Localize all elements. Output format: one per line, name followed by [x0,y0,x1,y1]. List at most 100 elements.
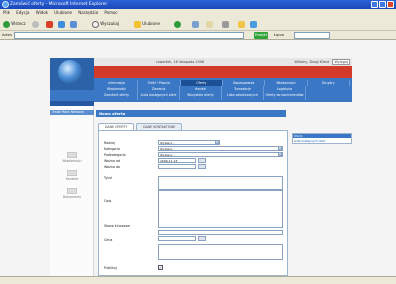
sidebar-section-title: Trade Point Network [50,110,94,115]
sidebar-header [50,90,94,101]
select-rodzaj[interactable]: Wybierz... ▼ [158,140,220,145]
menu-edit[interactable]: Edycja [16,10,29,15]
chevron-down-icon: ▼ [278,147,282,150]
sidebar-subheader [50,101,94,106]
window-titlebar: Zamówić oferty - Microsoft Internet Expl… [0,0,396,9]
search-icon [92,20,99,28]
header-user: Witamy, Drogi Klient Wyloguj [294,59,350,65]
calendar-icon[interactable] [198,158,206,163]
mail-icon [206,20,213,28]
window-title: Zamówić oferty - Microsoft Internet Expl… [10,2,108,7]
address-input[interactable] [14,32,244,39]
messenger-button[interactable] [250,20,257,28]
media-icon [174,20,181,28]
label-tytul: Tytuł [104,176,112,180]
stop-button[interactable] [46,20,53,28]
maximize-icon[interactable] [379,1,386,8]
forward-button[interactable] [32,20,39,28]
nav-item[interactable]: Lista dostępnych ofert [138,92,180,100]
history-button[interactable] [192,20,199,28]
currency-select[interactable] [198,236,206,241]
menu-file[interactable]: Plik [3,10,10,15]
page-title: Nowa oferta [96,110,286,117]
calendar-icon[interactable] [198,164,206,169]
refresh-button[interactable] [58,20,65,28]
refresh-icon [58,20,65,28]
menu-help[interactable]: Pomoc [104,10,117,15]
print-icon [222,20,229,28]
favorites-button[interactable]: Ulubione [134,20,160,28]
mail-button[interactable] [206,20,213,28]
minimize-icon[interactable] [371,1,378,8]
input-cena[interactable] [158,236,196,241]
stop-icon [46,20,53,28]
nav-item[interactable]: Oferty do kontrahentów [264,92,306,100]
star-icon [134,20,141,28]
label-wazna-od: Ważna od [104,159,121,163]
links-label[interactable]: Łącza [274,32,284,39]
menu-tools[interactable]: Narzędzia [78,10,98,15]
home-button[interactable] [70,20,77,28]
label-wazna-do: Ważna do [104,165,121,169]
checkbox-publikuj[interactable]: ✓ [158,265,163,270]
input-wazna-od[interactable]: 2006-11-23 [158,158,196,163]
go-button[interactable]: Przejdź [254,32,268,39]
label-publikuj: Publikuj [104,266,117,270]
main-navigation: Informacje Treść i Pisanie Oferty Dopaso… [94,78,352,102]
label-kategoria: Kategoria [104,147,120,151]
nav-row-3: Zamówić oferty Lista dostępnych ofert Ws… [96,92,306,100]
input-slowa-kluczowe[interactable] [158,230,283,235]
nav-item[interactable]: Zamówić oferty [96,92,138,100]
nav-item[interactable]: Do góry [308,80,350,86]
input-tytul[interactable] [158,176,283,190]
menu-favorites[interactable]: Ulubione [54,10,72,15]
sidebar-item-messages[interactable]: Wiadomości [52,152,92,163]
site-header-bar: czwartek, 16 listopada 2006 Witamy, Drog… [94,58,352,66]
google-search-input[interactable] [294,32,330,39]
input-wazna-do[interactable] [158,164,196,169]
media-button[interactable] [174,20,181,28]
label-slowa-kluczowe: Słowa kluczowe [104,224,131,228]
address-bar: Adres Przejdź Łącza [0,31,396,40]
folder-icon [238,20,245,28]
ie-logo-icon [2,1,9,8]
forward-arrow-icon [32,20,39,28]
label-opis: Opis [104,199,112,203]
folder-button[interactable] [238,20,245,28]
chevron-down-icon: ▼ [215,141,219,144]
messenger-icon [250,20,257,28]
messages-icon [67,152,77,158]
header-date: czwartek, 16 listopada 2006 [156,60,205,64]
globe-logo-icon [58,60,82,84]
nav-item[interactable]: Wszystkie oferty [180,92,222,100]
sidebar-item-contact[interactable]: Kontakt [52,170,92,181]
menu-view[interactable]: Widok [36,10,48,15]
status-bar [0,276,396,284]
sidebar-item-documents[interactable]: Dokumenty [52,188,92,199]
select-podkategoria[interactable]: Wybierz... ▼ [158,152,283,157]
tab-contact-details[interactable]: DANE KONTAKTOWE [136,123,183,130]
home-icon [70,20,77,28]
window-controls [371,1,394,8]
nav-item[interactable]: Lista zakończonych [222,92,264,100]
label-cena: Cena [104,238,113,242]
chevron-down-icon: ▼ [278,153,282,156]
label-rodzaj: Rodzaj [104,141,115,145]
right-offers-box: Oferty Lista dostępnych ofert [292,133,352,144]
logout-button[interactable]: Wyloguj [332,59,350,65]
documents-icon [67,188,77,194]
back-button[interactable]: Wstecz [3,20,26,28]
address-label: Adres [2,33,12,37]
select-kategoria[interactable]: Wybierz... ▼ [158,146,283,151]
textarea-additional[interactable] [158,244,283,260]
sidebar: Trade Point Network Wiadomości Kontakt D… [50,90,94,284]
tab-offer-details[interactable]: DANE OFERTY [98,123,135,130]
contact-icon [67,170,77,176]
print-button[interactable] [222,20,229,28]
right-box-link[interactable]: Lista dostępnych ofert [293,138,351,144]
search-button[interactable]: Wyszukaj [92,20,119,28]
site-red-banner [94,66,352,78]
close-icon[interactable] [387,1,394,8]
textarea-opis[interactable] [158,190,283,228]
form-tabs: DANE OFERTY DANE KONTAKTOWE [98,123,183,130]
